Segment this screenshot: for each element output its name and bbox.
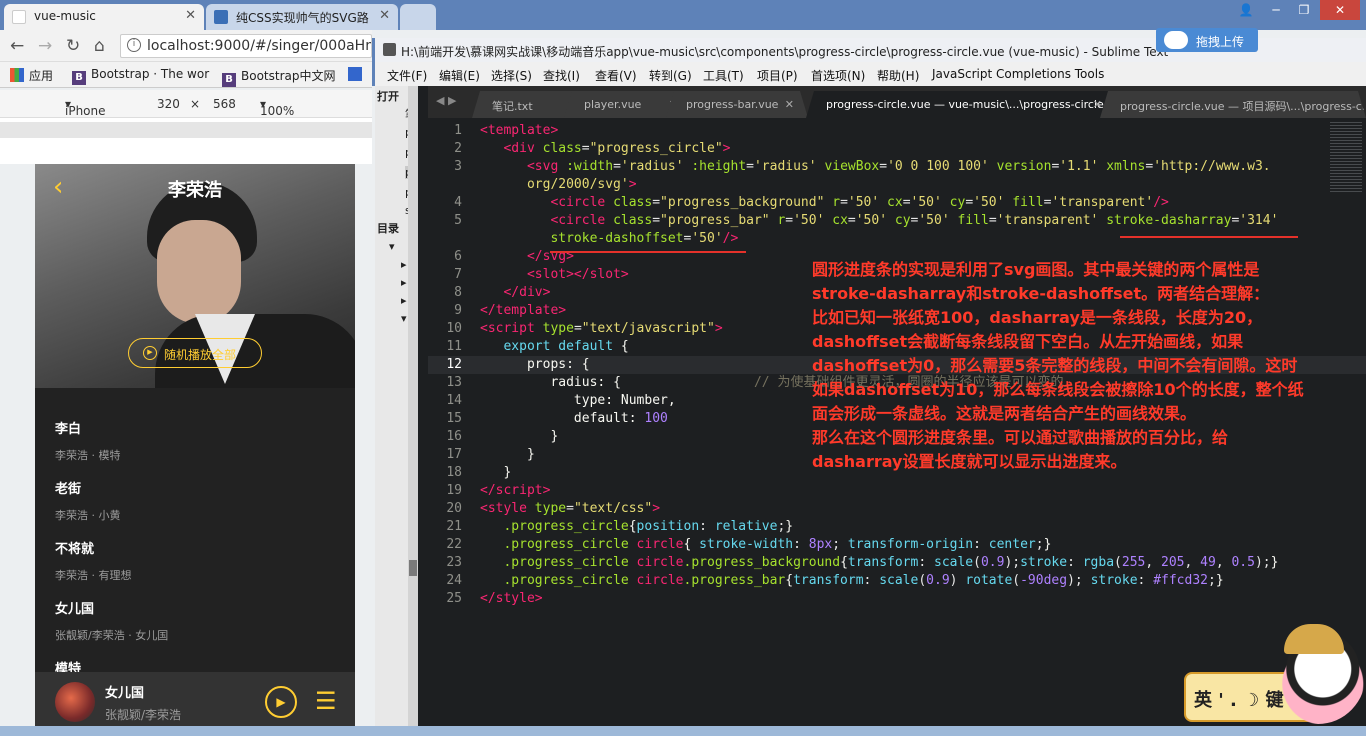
- code-editor[interactable]: 1 2 3 4 5 6 7 8 9 10 11 12 13 14 15 16 1…: [428, 118, 1366, 736]
- bootstrap-icon: B: [72, 71, 86, 85]
- sidebar-scrollbar[interactable]: [408, 86, 418, 736]
- minimap[interactable]: [1330, 122, 1362, 192]
- bookmark-apps[interactable]: 应用: [10, 67, 53, 84]
- close-icon[interactable]: ✕: [185, 8, 196, 23]
- mini-song-desc: 张靓颖/李荣浩: [105, 708, 182, 722]
- menu-help[interactable]: 帮助(H): [877, 67, 919, 84]
- forward-arrow-icon[interactable]: →: [38, 36, 52, 56]
- bookmarks-bar: 应用 B Bootstrap · The wor B Bootstrap中文网: [0, 62, 372, 88]
- menu-bar: 文件(F) 编辑(E) 选择(S) 查找(I) 查看(V) 转到(G) 工具(T…: [372, 62, 1366, 86]
- tab-title: vue-music: [34, 9, 96, 23]
- home-icon[interactable]: ⌂: [94, 36, 105, 56]
- tab-scroll-arrows-icon[interactable]: ◀ ▶: [436, 94, 456, 107]
- window-title: H:\前端开发\慕课网实战课\移动端音乐app\vue-music\src\co…: [401, 45, 1169, 59]
- sublime-icon: [383, 43, 396, 56]
- menu-project[interactable]: 项目(P): [757, 67, 798, 84]
- browser-tab-css-svg[interactable]: 纯CSS实现帅气的SVG路 ✕: [206, 4, 398, 30]
- url-input[interactable]: i localhost:9000/#/singer/000aHm: [120, 34, 372, 58]
- bookmark-bootstrap[interactable]: B Bootstrap · The wor: [72, 67, 209, 85]
- cloud-icon: [1164, 31, 1188, 49]
- taskbar: [0, 726, 1366, 736]
- device-select[interactable]: iPhone 5 ▾: [65, 97, 106, 132]
- annotation-text: 圆形进度条的实现是利用了svg画图。其中最关键的两个属性是 stroke-das…: [812, 260, 1304, 471]
- bootstrap-icon: B: [222, 73, 236, 87]
- random-play-button[interactable]: ▶ 随机播放全部: [128, 338, 262, 368]
- line-number-gutter: 1 2 3 4 5 6 7 8 9 10 11 12 13 14 15 16 1…: [446, 123, 462, 606]
- device-toolbar: iPhone 5 ▾ 320 × 568 100% ▾: [0, 90, 372, 132]
- dimension-separator: ×: [190, 97, 201, 111]
- menu-select[interactable]: 选择(S): [491, 67, 532, 84]
- ime-mascot-icon: [1270, 624, 1366, 724]
- device-width[interactable]: 320: [157, 97, 180, 111]
- menu-view[interactable]: 查看(V): [595, 67, 637, 84]
- menu-edit[interactable]: 编辑(E): [439, 67, 480, 84]
- menu-tools[interactable]: 工具(T): [703, 67, 744, 84]
- list-item[interactable]: 李白 李荣浩 · 模特: [35, 388, 355, 462]
- close-icon[interactable]: ✕: [379, 8, 390, 23]
- sidebar-scroll-thumb[interactable]: [409, 560, 417, 576]
- back-arrow-icon[interactable]: ←: [10, 36, 24, 56]
- menu-file[interactable]: 文件(F): [387, 67, 427, 84]
- address-row: ← → ↻ ⌂ i localhost:9000/#/singer/000aHm: [0, 30, 372, 62]
- window-close-icon[interactable]: ✕: [1320, 0, 1360, 20]
- tab-progress-circle-vue[interactable]: progress-circle.vue — vue-music\...\prog…: [806, 91, 1116, 118]
- playlist-icon[interactable]: ☰: [315, 684, 347, 718]
- singer-hero-image: ‹ 李荣浩 ▶ 随机播放全部: [35, 164, 355, 388]
- tab-title: 纯CSS实现帅气的SVG路: [236, 11, 369, 25]
- close-icon[interactable]: ✕: [785, 98, 794, 111]
- browser-tab-strip: vue-music ✕ 纯CSS实现帅气的SVG路 ✕ 👤 ─ ❐ ✕: [0, 0, 1366, 30]
- reload-icon[interactable]: ↻: [66, 36, 80, 56]
- phone-viewport: ‹ 李荣浩 ▶ 随机播放全部 李白 李荣浩 · 模特 老街 李荣浩 · 小黄 不将就…: [35, 164, 355, 736]
- new-tab-button[interactable]: [400, 4, 436, 30]
- editor-tab-bar: ◀ ▶ 笔记.txt● player.vue✕ progress-bar.vue…: [428, 86, 1366, 118]
- menu-js-completions[interactable]: JavaScript Completions Tools: [932, 67, 1104, 81]
- menu-goto[interactable]: 转到(G): [649, 67, 692, 84]
- singer-name: 李荣浩: [168, 180, 222, 201]
- underline-dasharray: [1120, 236, 1298, 238]
- bookmark-bootstrap-cn[interactable]: B Bootstrap中文网: [222, 67, 335, 87]
- underline-dashoffset: [550, 251, 746, 253]
- song-list: 李白 李荣浩 · 模特 老街 李荣浩 · 小黄 不将就 李荣浩 · 有理想 女儿国 张靓…: [35, 388, 355, 688]
- menu-find[interactable]: 查找(I): [543, 67, 580, 84]
- device-ruler: [0, 122, 372, 138]
- tab-progress-bar-vue[interactable]: progress-bar.vue ✕: [666, 91, 808, 118]
- device-height[interactable]: 568: [213, 97, 236, 111]
- play-icon[interactable]: ▶: [265, 686, 297, 718]
- minimize-icon[interactable]: ─: [1262, 0, 1290, 20]
- user-icon[interactable]: 👤: [1232, 0, 1260, 20]
- page-icon: [12, 10, 26, 24]
- album-avatar: [55, 682, 95, 722]
- zoom-select[interactable]: 100% ▾: [260, 97, 294, 118]
- info-icon[interactable]: i: [127, 38, 141, 52]
- url-text: localhost:9000/#/singer/000aHm: [147, 38, 372, 54]
- site-icon: [214, 10, 228, 24]
- tab-progress-circle-source[interactable]: progress-circle.vue — 项目源码\...\progress-…: [1100, 91, 1366, 118]
- apps-icon: [10, 68, 24, 82]
- play-circle-icon: ▶: [143, 346, 157, 360]
- mini-song-name: 女儿国: [105, 686, 145, 701]
- upload-button[interactable]: 拖拽上传: [1156, 28, 1258, 52]
- browser-tab-vue-music[interactable]: vue-music ✕: [4, 4, 204, 30]
- maximize-icon[interactable]: ❐: [1290, 0, 1318, 20]
- menu-preferences[interactable]: 首选项(N): [811, 67, 865, 84]
- close-icon[interactable]: ✕: [1093, 98, 1102, 111]
- bookmark-icon[interactable]: [348, 67, 367, 82]
